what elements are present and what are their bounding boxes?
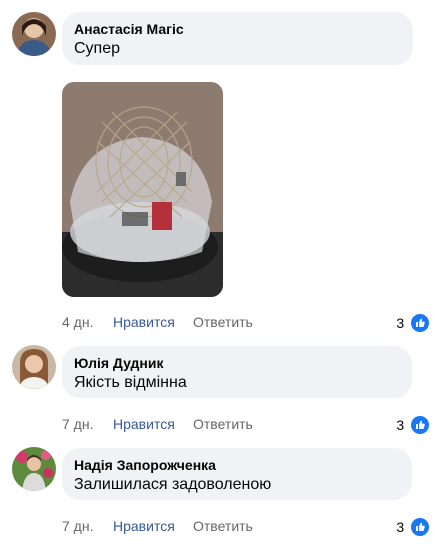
- comment-photo[interactable]: [62, 82, 223, 297]
- reaction-count[interactable]: 3: [396, 516, 429, 537]
- comment-author[interactable]: Юлія Дудник: [74, 354, 400, 372]
- comment-bubble: Анастасія Магіс Супер: [62, 12, 413, 65]
- comment-text: Залишилася задоволеною: [74, 476, 272, 493]
- comment-bubble: Юлія Дудник Якість відмінна: [62, 346, 412, 398]
- avatar[interactable]: [12, 12, 56, 56]
- like-button[interactable]: Нравится: [113, 312, 175, 332]
- comment-text: Якість відмінна: [74, 374, 187, 391]
- avatar[interactable]: [12, 345, 56, 389]
- comment-timestamp[interactable]: 7 дн.: [62, 414, 93, 434]
- reaction-count-number: 3: [396, 417, 405, 434]
- comment-text: Супер: [74, 40, 121, 57]
- comment-bubble: Надія Запорожченка Залишилася задоволено…: [62, 448, 412, 500]
- like-icon: [411, 314, 429, 333]
- like-icon: [411, 416, 429, 435]
- like-icon: [411, 518, 429, 537]
- like-button[interactable]: Нравится: [113, 516, 175, 536]
- reply-button[interactable]: Ответить: [193, 312, 253, 332]
- reaction-count[interactable]: 3: [396, 414, 429, 435]
- reaction-count-number: 3: [396, 519, 405, 536]
- reply-button[interactable]: Ответить: [193, 516, 253, 536]
- comment-author[interactable]: Анастасія Магіс: [74, 20, 401, 38]
- reaction-count-number: 3: [396, 315, 405, 332]
- like-button[interactable]: Нравится: [113, 414, 175, 434]
- reaction-count[interactable]: 3: [396, 312, 429, 333]
- reply-button[interactable]: Ответить: [193, 414, 253, 434]
- comment-timestamp[interactable]: 7 дн.: [62, 516, 93, 536]
- comment-author[interactable]: Надія Запорожченка: [74, 456, 400, 474]
- avatar[interactable]: [12, 447, 56, 491]
- comment-timestamp[interactable]: 4 дн.: [62, 312, 93, 332]
